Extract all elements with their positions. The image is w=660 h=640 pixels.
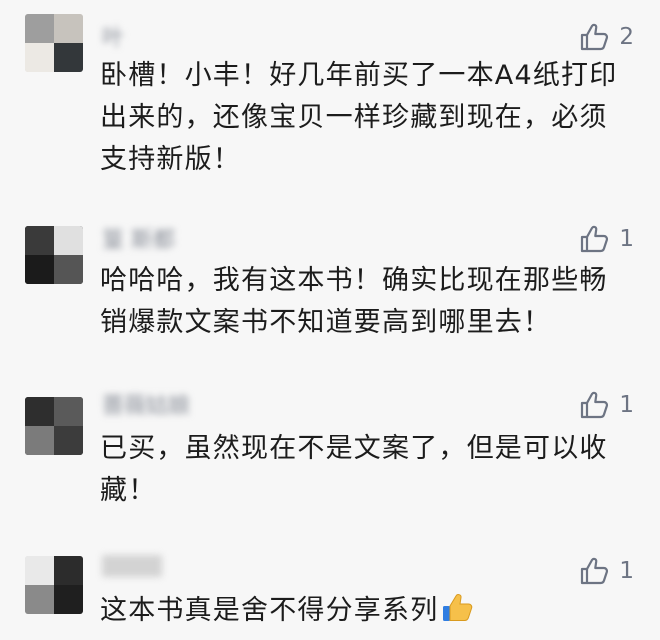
thumbs-up-icon	[579, 390, 611, 420]
commenter-name[interactable]: 蔷薇姑娘	[102, 392, 190, 422]
avatar[interactable]	[25, 556, 83, 614]
like-button[interactable]: 1	[579, 222, 634, 256]
like-button[interactable]: 1	[579, 388, 634, 422]
commenter-name[interactable]: 叶	[102, 24, 124, 54]
like-count: 1	[619, 558, 634, 584]
thumbs-up-icon	[579, 556, 611, 586]
like-count: 1	[619, 226, 634, 252]
commenter-name[interactable]	[102, 555, 162, 577]
comment-text: 卧槽！小丰！好几年前买了一本A4纸打印出来的，还像宝贝一样珍藏到现在，必须支持新…	[100, 60, 618, 175]
comment-text: 这本书真是舍不得分享系列	[100, 590, 620, 638]
like-button[interactable]: 1	[579, 554, 634, 588]
like-button[interactable]: 2	[579, 20, 634, 54]
comment-text-content: 这本书真是舍不得分享系列	[100, 595, 439, 626]
comment-text: 哈哈哈，我有这本书！确实比现在那些畅销爆款文案书不知道要高到哪里去！	[100, 265, 608, 338]
commenter-name[interactable]: 篁 斯都	[102, 226, 175, 256]
avatar[interactable]	[25, 397, 83, 455]
like-count: 1	[619, 392, 634, 418]
thumbs-up-emoji-icon	[440, 591, 474, 638]
avatar[interactable]	[25, 14, 83, 72]
like-count: 2	[619, 24, 634, 50]
avatar[interactable]	[25, 226, 83, 284]
comment-text: 已买，虽然现在不是文案了，但是可以收藏！	[100, 433, 608, 506]
thumbs-up-icon	[579, 22, 611, 52]
thumbs-up-icon	[579, 224, 611, 254]
